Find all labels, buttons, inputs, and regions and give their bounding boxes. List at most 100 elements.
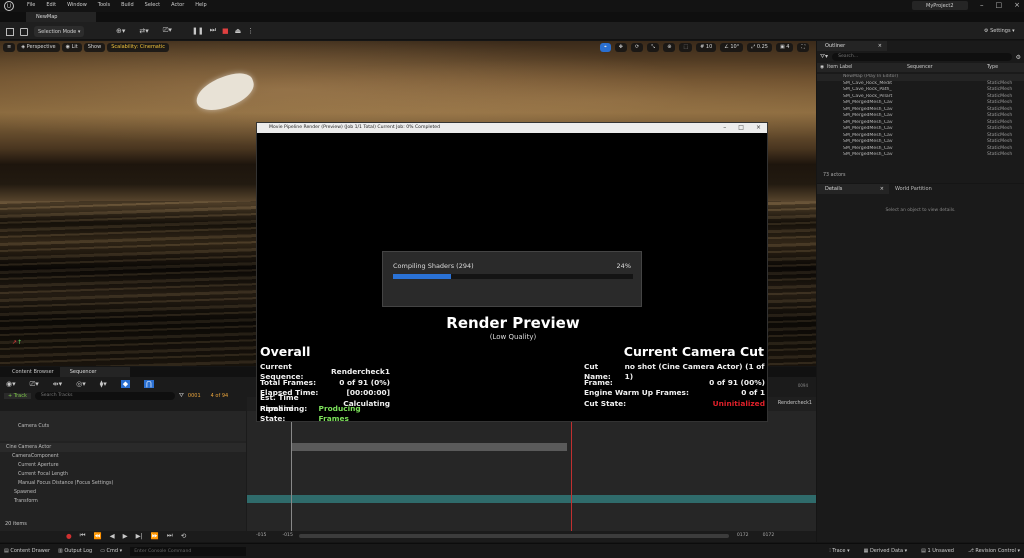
cinematics-icon[interactable]: ⎚▾ [163,26,172,35]
rotate-tool-icon[interactable]: ⟳ [630,42,644,52]
derived-data-button[interactable]: ▦ Derived Data ▾ [864,548,908,554]
tab-world-partition[interactable]: World Partition [889,186,932,192]
step-back-icon[interactable]: ◀ [110,532,115,540]
save-sequence-icon[interactable]: ◉▾ [6,380,16,388]
track-search-input[interactable]: Search Tracks [34,392,175,400]
prev-key-icon[interactable]: ⏪ [94,532,102,540]
outliner-row[interactable]: SM_MergedMesh_Cav StaticMesh [817,152,1024,159]
settings-button[interactable]: ⚙ Settings ▾ [980,25,1019,36]
menu-help[interactable]: Help [195,2,206,8]
rotation-snap-button[interactable]: ∠ 10° [720,42,744,52]
minimize-icon[interactable]: – [980,1,984,9]
add-track-button[interactable]: + Track [4,393,31,399]
menu-edit[interactable]: Edit [46,2,56,8]
unsaved-button[interactable]: ▤ 1 Unsaved [921,548,954,554]
play-options-icon[interactable]: ⋮ [247,27,254,35]
track-manual-focus-distance[interactable]: Manual Focus Distance (Focus Settings) [0,479,246,488]
col-item-label[interactable]: Item Label [827,65,907,70]
select-tool-icon[interactable]: ⌖ [599,42,611,52]
view-start[interactable]: -015 [282,533,292,538]
scale-tool-icon[interactable]: ⤡ [647,42,660,52]
tab-sequencer[interactable]: Sequencer [59,367,130,377]
outliner-options-icon[interactable]: ⚙ [1016,54,1021,61]
range-start[interactable]: -015 [256,533,266,538]
menu-window[interactable]: Window [67,2,87,8]
add-actor-icon[interactable]: ⊕▾ [116,27,125,35]
output-log-button[interactable]: ▥ Output Log [58,548,92,554]
key-icon[interactable]: ⧫▾ [100,380,107,388]
play-icon[interactable]: ▶ [123,532,128,540]
cmd-button[interactable]: ▭ Cmd ▾ [100,548,122,554]
track-filter-icon[interactable]: ⛛ [179,392,184,400]
show-button[interactable]: Show [83,42,106,52]
track-current-aperture[interactable]: Current Aperture [0,461,246,470]
minimize-icon[interactable]: – [723,123,726,133]
eject-icon[interactable]: ⏏ [235,27,242,35]
loop-icon[interactable]: ⟲ [181,532,186,540]
menu-tools[interactable]: Tools [98,2,110,8]
lit-button[interactable]: ◉ Lit [61,42,82,52]
scale-snap-button[interactable]: ⤢ 0.25 [747,42,772,52]
revision-control-button[interactable]: ⎇ Revision Control ▾ [968,548,1020,554]
scalability-badge[interactable]: Scalability: Cinematic [107,42,169,52]
magnet-icon[interactable]: ⋂ [144,380,154,388]
menu-build[interactable]: Build [121,2,134,8]
menu-select[interactable]: Select [145,2,160,8]
tab-details[interactable]: Details × [817,184,889,194]
perspective-button[interactable]: ◈ Perspective [17,42,60,52]
maximize-viewport-icon[interactable]: ⛶ [797,42,809,52]
tab-newmap[interactable]: NewMap [26,12,96,22]
view-end[interactable]: 0172 [737,533,749,538]
skip-icon[interactable]: ⏭ [210,26,216,35]
pause-icon[interactable]: ❚❚ [192,27,204,35]
range-scrollbar[interactable] [298,533,729,538]
step-forward-icon[interactable]: ▶| [136,532,143,540]
record-icon[interactable]: ● [66,532,72,540]
col-type[interactable]: Type [987,65,998,70]
col-sequencer[interactable]: Sequencer [907,65,987,70]
grid-snap-button[interactable]: # 10 [696,42,717,52]
content-icon[interactable] [20,27,28,36]
transform-section[interactable] [247,495,816,503]
outliner-search-input[interactable]: Search... [832,53,1012,61]
console-input[interactable]: Enter Console Command [130,546,247,556]
track-current-focal-length[interactable]: Current Focal Length [0,470,246,479]
maximize-icon[interactable]: □ [738,123,744,133]
filter-icon[interactable]: ⛛▾ [820,53,828,61]
close-tab-icon[interactable]: × [880,184,884,194]
view-icon[interactable]: ◎▾ [76,380,86,388]
maximize-icon[interactable]: □ [996,1,1003,9]
render-movie-icon[interactable]: ◆ [120,380,131,388]
close-tab-icon[interactable]: × [878,41,882,51]
blueprint-icon[interactable]: ⇄▾ [139,27,148,35]
save-icon[interactable] [6,27,14,36]
tab-outliner[interactable]: Outliner × [817,41,887,51]
close-icon[interactable]: × [1014,1,1020,9]
next-key-icon[interactable]: ⏩ [151,532,159,540]
menu-file[interactable]: File [27,2,35,8]
camera-speed-button[interactable]: ▣ 4 [775,42,794,52]
menu-actor[interactable]: Actor [171,2,184,8]
visibility-icon[interactable]: ◉ [817,65,827,70]
content-drawer-button[interactable]: ▤ Content Drawer [4,548,50,554]
track-camera-component[interactable]: CameraComponent [0,452,246,461]
surface-snap-icon[interactable]: ⬚ [679,42,693,52]
render-window-titlebar[interactable]: Movie Pipeline Render (Preview) (Job 1/1… [257,123,767,133]
track-camera-cuts[interactable]: Camera Cuts [0,411,246,441]
snap-icon[interactable]: ⇹▾ [53,380,62,388]
track-spawned[interactable]: Spawned [0,488,246,497]
track-transform[interactable]: Transform [0,497,246,506]
world-local-icon[interactable]: ⊕ [663,42,676,52]
camera-icon[interactable]: ⎚▾ [30,380,39,389]
range-end[interactable]: 0172 [763,533,775,538]
current-frame[interactable]: 0001 [188,393,201,399]
unreal-logo-icon[interactable]: U [4,1,14,11]
track-cine-camera-actor[interactable]: Cine Camera Actor [0,443,246,452]
selection-mode-button[interactable]: Selection Mode ▾ [34,26,85,37]
stop-icon[interactable]: ■ [222,27,229,35]
camera-cut-section[interactable] [291,443,567,451]
move-tool-icon[interactable]: ✥ [614,42,627,52]
viewport-menu-button[interactable]: ≡ [3,42,16,52]
jump-end-icon[interactable]: ⏭ [167,531,173,540]
tab-content-browser[interactable]: Content Browser [0,369,60,375]
